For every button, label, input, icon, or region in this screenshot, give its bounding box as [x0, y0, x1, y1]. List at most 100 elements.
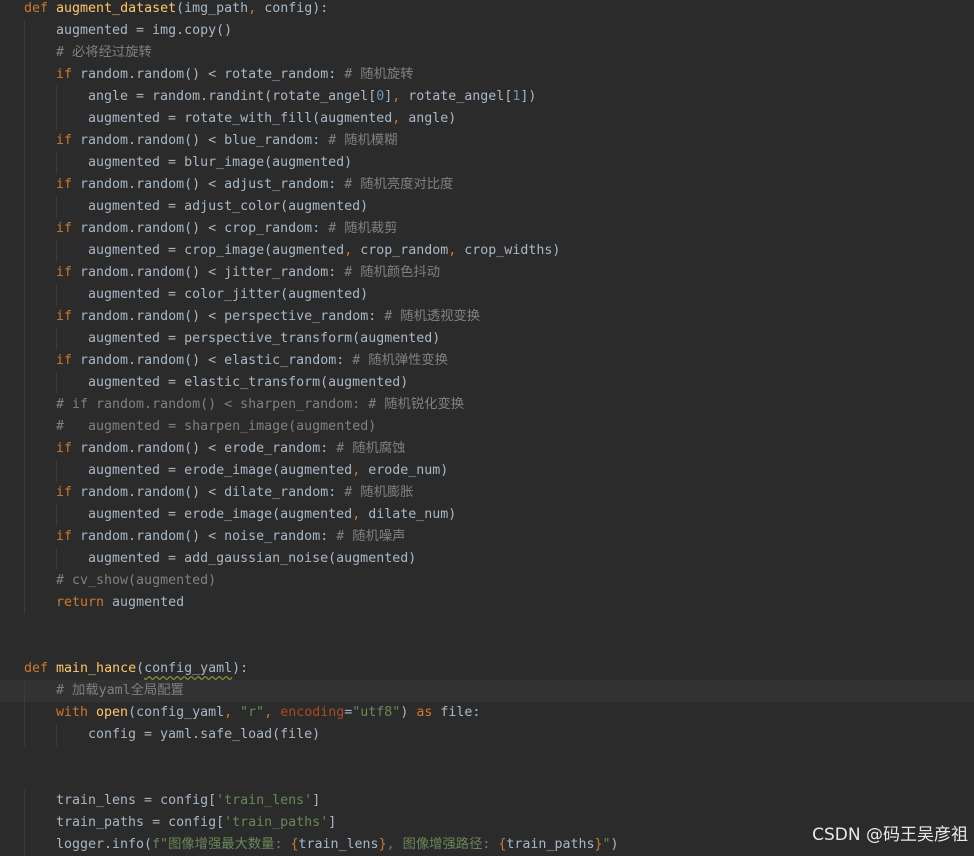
indent-guide	[56, 460, 57, 482]
code-token: ,	[264, 705, 281, 720]
code-line[interactable]: if random.random() < erode_random: # 随机腐…	[0, 438, 974, 460]
code-line[interactable]: if random.random() < crop_random: # 随机裁剪	[0, 218, 974, 240]
indent-guide	[24, 262, 25, 284]
code-line[interactable]: # 必将经过旋转	[0, 42, 974, 64]
code-token: ,	[344, 243, 361, 258]
code-token: config = yaml.safe_load(file)	[88, 727, 321, 742]
code-text: logger.info(f"图像增强最大数量: {train_lens}, 图像…	[56, 834, 619, 856]
code-line[interactable]	[0, 746, 974, 768]
code-token: if	[56, 485, 81, 500]
code-token: erode_num)	[368, 463, 449, 478]
code-line[interactable]: if random.random() < perspective_random:…	[0, 306, 974, 328]
code-line[interactable]: # augmented = sharpen_image(augmented)	[0, 416, 974, 438]
code-line[interactable]: augmented = elastic_transform(augmented)	[0, 372, 974, 394]
code-text: def main_hance(config_yaml):	[24, 658, 248, 680]
code-line[interactable]: if random.random() < adjust_random: # 随机…	[0, 174, 974, 196]
code-text: angle = random.randint(rotate_angel[0], …	[88, 86, 536, 108]
indent-guide	[56, 240, 57, 262]
code-token: ):	[232, 661, 249, 676]
code-text: if random.random() < perspective_random:…	[56, 306, 480, 328]
code-token: # 随机透视变换	[384, 309, 481, 324]
code-token: augmented = color_jitter(augmented)	[88, 287, 369, 302]
code-text: augmented = erode_image(augmented, erode…	[88, 460, 448, 482]
code-token: ]	[328, 815, 337, 830]
code-line[interactable]: # if random.random() < sharpen_random: #…	[0, 394, 974, 416]
code-token: (	[136, 661, 145, 676]
code-token: augmented = crop_image(augmented	[88, 243, 345, 258]
code-token: ,	[392, 89, 409, 104]
code-text: if random.random() < adjust_random: # 随机…	[56, 174, 453, 196]
indent-guide	[24, 42, 25, 64]
code-line[interactable]: augmented = img.copy()	[0, 20, 974, 42]
indent-guide	[24, 416, 25, 438]
indent-guide	[24, 328, 25, 350]
code-token: # 随机腐蚀	[336, 441, 406, 456]
code-text: # if random.random() < sharpen_random: #…	[56, 394, 464, 416]
code-line[interactable]: augmented = blur_image(augmented)	[0, 152, 974, 174]
code-line[interactable]: angle = random.randint(rotate_angel[0], …	[0, 86, 974, 108]
code-editor[interactable]: def augment_dataset(img_path, config): au…	[0, 0, 974, 856]
code-line[interactable]	[0, 768, 974, 790]
code-line[interactable]: def main_hance(config_yaml):	[0, 658, 974, 680]
code-text: augmented = add_gaussian_noise(augmented…	[88, 548, 416, 570]
code-token: angle)	[408, 111, 457, 126]
code-line[interactable]: if random.random() < elastic_random: # 随…	[0, 350, 974, 372]
code-line[interactable]: config = yaml.safe_load(file)	[0, 724, 974, 746]
indent-guide	[24, 592, 25, 614]
code-line[interactable]: if random.random() < jitter_random: # 随机…	[0, 262, 974, 284]
code-token: as	[416, 705, 441, 720]
code-line[interactable]: return augmented	[0, 592, 974, 614]
code-token: if	[56, 265, 81, 280]
indent-guide	[56, 724, 57, 746]
code-token: encoding	[280, 705, 345, 720]
code-token: ]	[312, 793, 321, 808]
code-token: ,	[392, 111, 409, 126]
code-token: main_hance	[56, 661, 137, 676]
code-token: if	[56, 441, 81, 456]
code-line[interactable]: augmented = erode_image(augmented, erode…	[0, 460, 974, 482]
code-token: crop_widths)	[464, 243, 561, 258]
code-line[interactable]: # 加载yaml全局配置	[0, 680, 974, 702]
code-line[interactable]: augmented = color_jitter(augmented)	[0, 284, 974, 306]
code-line[interactable]: with open(config_yaml, "r", encoding="ut…	[0, 702, 974, 724]
code-token: random.random() < erode_random:	[80, 441, 337, 456]
code-token: # 随机颜色抖动	[344, 265, 441, 280]
code-line[interactable]: augmented = rotate_with_fill(augmented, …	[0, 108, 974, 130]
code-token: config):	[264, 1, 329, 16]
code-token: random.random() < crop_random:	[80, 221, 329, 236]
csdn-watermark: CSDN @码王吴彦祖	[812, 825, 968, 845]
indent-guide	[24, 152, 25, 174]
code-line[interactable]: train_lens = config['train_lens']	[0, 790, 974, 812]
code-line[interactable]: augmented = add_gaussian_noise(augmented…	[0, 548, 974, 570]
code-text: return augmented	[56, 592, 184, 614]
code-token: (config_yaml	[128, 705, 225, 720]
code-line[interactable]: if random.random() < noise_random: # 随机噪…	[0, 526, 974, 548]
code-line[interactable]: def augment_dataset(img_path, config):	[0, 0, 974, 20]
code-token: random.random() < rotate_random:	[80, 67, 345, 82]
code-token: )	[610, 837, 619, 852]
indent-guide	[24, 834, 25, 856]
code-token: def	[24, 661, 57, 676]
code-token: train_lens = config[	[56, 793, 217, 808]
code-line[interactable]: if random.random() < blue_random: # 随机模糊	[0, 130, 974, 152]
code-token: train_lens	[298, 837, 379, 852]
code-line[interactable]: augmented = adjust_color(augmented)	[0, 196, 974, 218]
code-line[interactable]: augmented = perspective_transform(augmen…	[0, 328, 974, 350]
indent-guide	[24, 724, 25, 746]
code-token: # 随机模糊	[328, 133, 398, 148]
code-line[interactable]: augmented = erode_image(augmented, dilat…	[0, 504, 974, 526]
code-line[interactable]	[0, 636, 974, 658]
code-line[interactable]: # cv_show(augmented)	[0, 570, 974, 592]
code-line[interactable]: augmented = crop_image(augmented, crop_r…	[0, 240, 974, 262]
code-token: # 必将经过旋转	[56, 45, 152, 60]
code-token: ])	[520, 89, 537, 104]
code-token: f"图像增强最大数量:	[152, 837, 291, 852]
code-token: random.random() < elastic_random:	[80, 353, 353, 368]
code-line[interactable]: if random.random() < rotate_random: # 随机…	[0, 64, 974, 86]
code-text: if random.random() < jitter_random: # 随机…	[56, 262, 440, 284]
code-line[interactable]	[0, 614, 974, 636]
indent-guide	[56, 504, 57, 526]
indent-guide	[56, 86, 57, 108]
code-line[interactable]: if random.random() < dilate_random: # 随机…	[0, 482, 974, 504]
code-token: augmented = add_gaussian_noise(augmented…	[88, 551, 417, 566]
